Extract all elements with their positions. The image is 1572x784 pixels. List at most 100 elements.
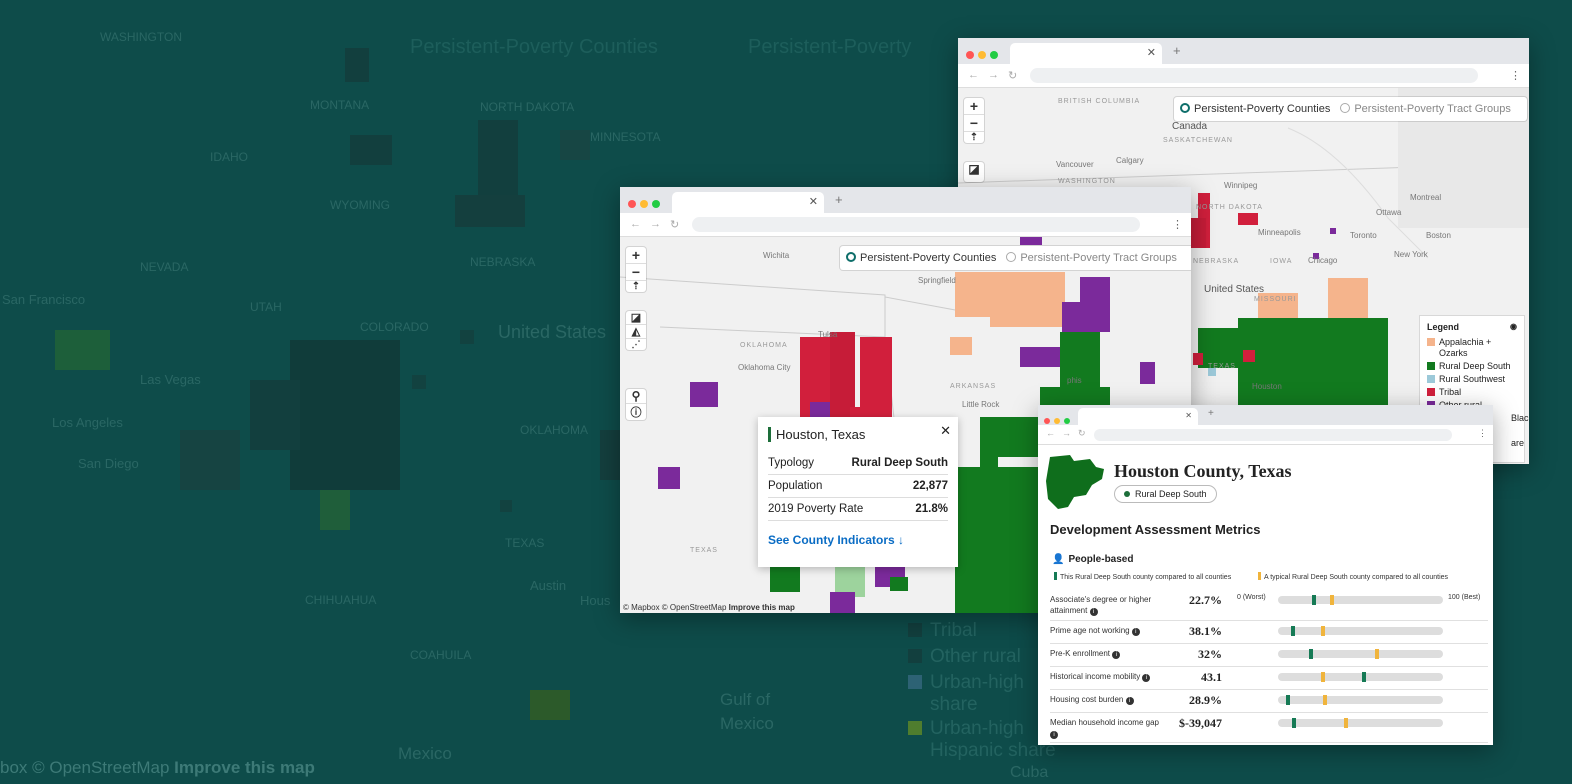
bg-label: Los Angeles	[52, 415, 123, 430]
minimize-window-button[interactable]	[640, 200, 648, 208]
legend-item[interactable]: Tribal	[1427, 387, 1517, 398]
bg-label: TEXAS	[505, 536, 545, 550]
info-icon[interactable]: i	[1089, 608, 1098, 616]
url-input[interactable]	[1030, 68, 1478, 83]
metric-row: Historical income mobility i 43.1	[1050, 667, 1488, 690]
reload-icon[interactable]: ↻	[670, 218, 679, 231]
typical-county-marker	[1321, 626, 1326, 636]
bg-label: United States	[498, 322, 607, 342]
forward-icon[interactable]: →	[1062, 428, 1071, 438]
info-icon[interactable]: ⓘ	[626, 404, 646, 420]
improve-map-link[interactable]: Improve this map	[729, 603, 795, 612]
back-icon[interactable]: ←	[968, 69, 979, 81]
map-label: United States	[1204, 284, 1265, 295]
metric-value: 43.1	[1201, 670, 1222, 684]
minimize-window-button[interactable]	[1054, 418, 1060, 424]
toggle-counties[interactable]: Persistent-Poverty Counties	[846, 252, 996, 264]
zoom-in-button[interactable]: +	[626, 247, 646, 264]
layer-toggle: Persistent-Poverty Counties Persistent-P…	[840, 246, 1191, 270]
reload-icon[interactable]: ↻	[1078, 428, 1086, 439]
bg-label: Austin	[530, 578, 567, 593]
compass-button[interactable]: ⇡	[964, 132, 984, 143]
metric-bar	[1278, 718, 1443, 728]
new-tab-icon[interactable]: +	[1208, 408, 1214, 419]
toggle-tracts[interactable]: Persistent-Poverty Tract Groups	[1340, 103, 1511, 115]
info-icon[interactable]: i	[1131, 628, 1140, 636]
map-label: Ottawa	[1376, 208, 1402, 217]
typical-county-marker	[1344, 718, 1348, 728]
close-window-button[interactable]	[966, 51, 974, 59]
us-extent-button[interactable]: ◪	[626, 311, 646, 325]
metric-value: 28.9%	[1189, 693, 1222, 707]
metric-row: Pre-K enrollment i 32%	[1050, 644, 1488, 667]
toggle-tracts[interactable]: Persistent-Poverty Tract Groups	[1006, 252, 1177, 264]
info-icon[interactable]: i	[1125, 697, 1134, 705]
zoom-out-button[interactable]: −	[964, 115, 984, 132]
close-window-button[interactable]	[628, 200, 636, 208]
menu-icon[interactable]: ⋮	[1478, 428, 1487, 439]
eye-icon[interactable]: ◉	[1510, 322, 1517, 331]
info-icon[interactable]: i	[1112, 651, 1121, 659]
close-tab-icon[interactable]: ✕	[1185, 411, 1192, 420]
info-icon[interactable]: i	[1050, 731, 1058, 739]
legend-item[interactable]: Rural Southwest	[1427, 374, 1517, 385]
popup-title: Houston, Texas	[768, 427, 948, 442]
close-window-button[interactable]	[1044, 418, 1050, 424]
typical-county-marker	[1321, 672, 1326, 682]
new-tab-icon[interactable]: +	[835, 192, 843, 207]
browser-tab[interactable]: ✕	[1078, 408, 1198, 425]
close-tab-icon[interactable]: ✕	[1147, 46, 1156, 59]
search-icon[interactable]: ⚲	[626, 389, 646, 404]
url-input[interactable]	[692, 217, 1140, 232]
us-extent-button[interactable]: ◪	[964, 162, 984, 182]
url-input[interactable]	[1094, 429, 1452, 441]
minimize-window-button[interactable]	[978, 51, 986, 59]
menu-icon[interactable]: ⋮	[1172, 218, 1183, 231]
legend-item[interactable]: Appalachia + Ozarks	[1427, 337, 1517, 359]
tool-buttons: ⚲ ⓘ	[626, 389, 646, 420]
map-label: Springfield	[918, 276, 956, 285]
radio-selected-icon	[1180, 103, 1190, 113]
bg-label: Las Vegas	[140, 372, 201, 387]
map-label: Toronto	[1350, 231, 1377, 240]
legend-item[interactable]: Rural Deep South	[1427, 361, 1517, 372]
zoom-in-button[interactable]: +	[964, 98, 984, 115]
bg-label: WYOMING	[330, 198, 390, 212]
compass-button[interactable]: ⇡	[626, 281, 646, 292]
zoom-controls: + − ⇡	[964, 98, 984, 143]
map-label: WASHINGTON	[1058, 178, 1116, 185]
map-label: Little Rock	[962, 400, 1000, 409]
legend-swatch	[1427, 375, 1435, 383]
info-icon[interactable]: i	[1142, 674, 1151, 682]
toggle-counties[interactable]: Persistent-Poverty Counties	[1180, 103, 1330, 115]
browser-tab[interactable]: ✕	[1010, 43, 1162, 64]
metric-bar	[1278, 649, 1443, 659]
close-tab-icon[interactable]: ✕	[809, 195, 818, 208]
legend-swatch	[1427, 362, 1435, 370]
menu-icon[interactable]: ⋮	[1510, 69, 1521, 82]
close-icon[interactable]: ✕	[940, 423, 951, 439]
maximize-window-button[interactable]	[1064, 418, 1070, 424]
alaska-button[interactable]: ◭	[626, 325, 646, 339]
status-dot-icon	[1124, 491, 1130, 497]
new-tab-icon[interactable]: +	[1173, 43, 1181, 58]
forward-icon[interactable]: →	[650, 218, 661, 230]
metric-row: Housing cost burden i 28.9%	[1050, 690, 1488, 713]
forward-icon[interactable]: →	[988, 69, 999, 81]
map-label: Boston	[1426, 231, 1451, 240]
maximize-window-button[interactable]	[652, 200, 660, 208]
metric-name: Associate's degree or higher attainment …	[1050, 595, 1152, 616]
maximize-window-button[interactable]	[990, 51, 998, 59]
back-icon[interactable]: ←	[630, 218, 641, 230]
reload-icon[interactable]: ↻	[1008, 69, 1017, 82]
bg-label: IDAHO	[210, 150, 249, 164]
map-label: Calgary	[1116, 156, 1144, 165]
browser-tab[interactable]: ✕	[672, 192, 824, 213]
hawaii-button[interactable]: ⋰	[626, 339, 646, 350]
bg-label: CHIHUAHUA	[305, 593, 377, 607]
see-county-indicators-link[interactable]: See County Indicators ↓	[768, 533, 948, 547]
map-label: ARKANSAS	[950, 383, 997, 390]
bg-label: Mexico	[398, 744, 452, 763]
back-icon[interactable]: ←	[1046, 428, 1055, 438]
zoom-out-button[interactable]: −	[626, 264, 646, 281]
